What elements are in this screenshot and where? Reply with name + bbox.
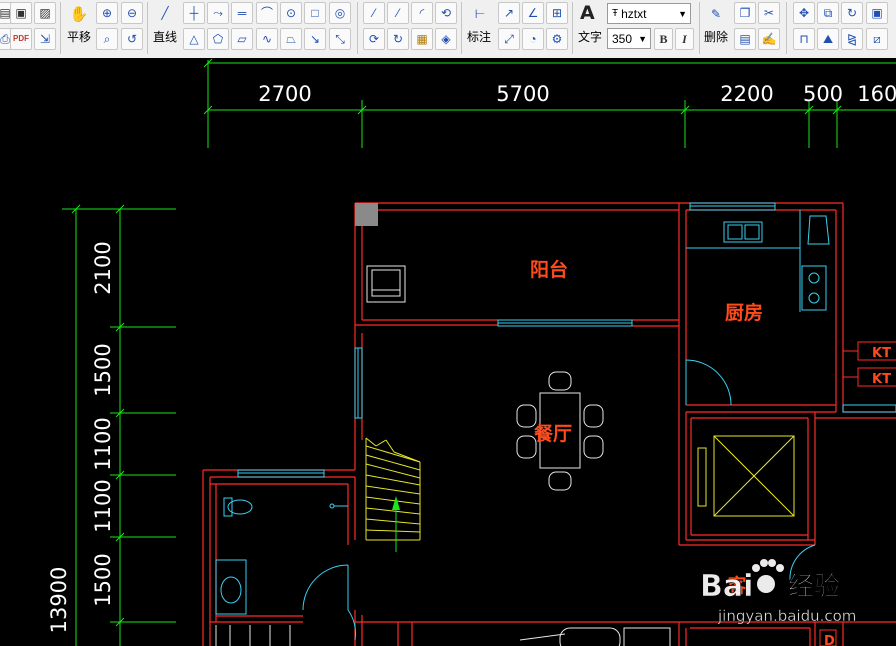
continue-dimension-icon[interactable]: ⤢ — [498, 28, 520, 50]
rectangle-icon[interactable]: □ — [304, 2, 326, 24]
eraser-icon[interactable]: ✎ — [705, 3, 727, 25]
paste-icon[interactable]: ▤ — [734, 28, 756, 50]
top-dim-1: 2700 — [258, 82, 311, 106]
left-dim-1: 2100 — [91, 241, 115, 294]
match-properties-icon[interactable]: ✍ — [758, 28, 780, 50]
text-size-select[interactable]: 350 ▼ — [607, 28, 651, 49]
mirror-icon[interactable]: ⧎ — [841, 28, 863, 50]
font-value: hztxt — [621, 6, 647, 21]
ellipse-icon[interactable]: ◎ — [329, 2, 351, 24]
dimension-tool-icon[interactable]: ⊢ — [469, 3, 491, 25]
double-line-icon[interactable]: ═ — [231, 2, 253, 24]
watermark-url: jingyan.baidu.com — [717, 607, 856, 625]
save-as-icon[interactable]: ▨ — [34, 2, 56, 24]
watermark-logo-cn: 经验 — [788, 571, 840, 602]
offset-icon[interactable]: ▣ — [866, 2, 888, 24]
rotate-icon[interactable]: ⟳ — [363, 28, 385, 50]
polygon-icon[interactable]: ⬠ — [207, 28, 229, 50]
rotate-object-icon[interactable]: ↻ — [841, 2, 863, 24]
font-type-icon: Ŧ — [612, 8, 619, 19]
room-label-balcony: 阳台 — [530, 258, 568, 281]
toolbar: ▤ ▣ ▨ ⎙ PDF ⇲ ✋ 平移 ⊕ ⊖ ⌕ ↺ ╱ 直线 ┼ ⤳ ═ ⌒ … — [0, 0, 896, 59]
fillet-icon[interactable]: ◜ — [411, 2, 433, 24]
door-tag: D — [824, 634, 835, 646]
cut-icon[interactable]: ✂ — [758, 2, 780, 24]
font-dropdown-icon: ▼ — [678, 8, 687, 19]
trapezoid-icon[interactable]: ⏢ — [280, 28, 302, 50]
copy-icon[interactable]: ❐ — [734, 2, 756, 24]
left-dim-2: 1500 — [91, 343, 115, 396]
zoom-out-icon[interactable]: ⊖ — [121, 2, 143, 24]
extend-icon[interactable]: ⁄ — [387, 2, 409, 24]
array-icon[interactable]: ⊓ — [793, 28, 815, 50]
parallelogram-icon[interactable]: ▱ — [231, 28, 253, 50]
dimension-label[interactable]: 标注 — [467, 28, 491, 45]
room-label-dining: 餐厅 — [534, 422, 572, 445]
trim-icon[interactable]: ⁄ — [363, 2, 385, 24]
zoom-window-icon[interactable]: ⌕ — [96, 28, 118, 50]
save-icon[interactable]: ▣ — [10, 2, 32, 24]
angular-dimension-icon[interactable]: ∠ — [522, 2, 544, 24]
triangle-icon[interactable]: △ — [183, 28, 205, 50]
arc-icon[interactable]: ⌒ — [256, 2, 278, 24]
top-dim-2: 5700 — [496, 82, 549, 106]
baseline-dimension-icon[interactable]: ⊞ — [546, 2, 568, 24]
top-dim-4: 500 — [803, 82, 843, 106]
construction-line-icon[interactable]: ┼ — [183, 2, 205, 24]
export-icon[interactable]: ⇲ — [34, 28, 56, 50]
text-size-value: 350 — [612, 31, 633, 46]
fill-icon[interactable]: ◈ — [435, 28, 457, 50]
radius-dimension-icon[interactable]: ◔ — [522, 28, 544, 50]
zoom-in-icon[interactable]: ⊕ — [96, 2, 118, 24]
size-dropdown-icon: ▼ — [638, 33, 647, 44]
drawing-canvas[interactable]: 2700 5700 2200 500 1600 2100 1500 1100 1… — [0, 58, 896, 646]
stretch-icon[interactable]: ⛰ — [817, 28, 839, 50]
left-dim-5: 1500 — [91, 553, 115, 606]
text-tool-icon[interactable]: A — [580, 2, 595, 24]
left-dim-total: 13900 — [47, 567, 71, 634]
canvas-background — [0, 58, 896, 646]
top-dim-5: 1600 — [857, 82, 896, 106]
line-label[interactable]: 直线 — [153, 28, 177, 45]
spline-icon[interactable]: ∿ — [256, 28, 278, 50]
hatch-icon[interactable]: ▦ — [411, 28, 433, 50]
line-tool-icon[interactable]: ╱ — [154, 2, 176, 24]
italic-button[interactable]: I — [675, 28, 694, 50]
delete-label[interactable]: 删除 — [704, 28, 728, 45]
pan-hand-icon[interactable]: ✋ — [68, 3, 90, 25]
move-icon[interactable]: ✥ — [793, 2, 815, 24]
kt-tag-2: KT — [872, 372, 891, 387]
revolve-icon[interactable]: ↻ — [387, 28, 409, 50]
dimension-settings-icon[interactable]: ⚙ — [546, 28, 568, 50]
top-dim-3: 2200 — [720, 82, 773, 106]
arrow-icon[interactable]: ⤡ — [329, 28, 351, 50]
left-dim-3: 1100 — [91, 417, 115, 470]
scale-icon[interactable]: ⧉ — [817, 2, 839, 24]
watermark-logo: Bai — [700, 569, 753, 604]
pan-label[interactable]: 平移 — [67, 28, 91, 45]
circle-icon[interactable]: ⊙ — [280, 2, 302, 24]
ray-icon[interactable]: ↘ — [304, 28, 326, 50]
font-select[interactable]: Ŧ hztxt ▼ — [607, 3, 691, 24]
structural-column — [355, 203, 378, 226]
room-label-kitchen: 厨房 — [725, 301, 763, 324]
polyline-icon[interactable]: ⤳ — [207, 2, 229, 24]
text-label[interactable]: 文字 — [578, 28, 602, 45]
pdf-export-icon[interactable]: PDF — [10, 28, 32, 50]
zoom-previous-icon[interactable]: ↺ — [121, 28, 143, 50]
left-dim-4: 1100 — [91, 479, 115, 532]
break-icon[interactable]: ⧄ — [866, 28, 888, 50]
bold-button[interactable]: B — [654, 28, 673, 50]
aligned-dimension-icon[interactable]: ↗ — [498, 2, 520, 24]
kt-tag-1: KT — [872, 346, 891, 361]
erase-region-icon[interactable]: ⟲ — [435, 2, 457, 24]
